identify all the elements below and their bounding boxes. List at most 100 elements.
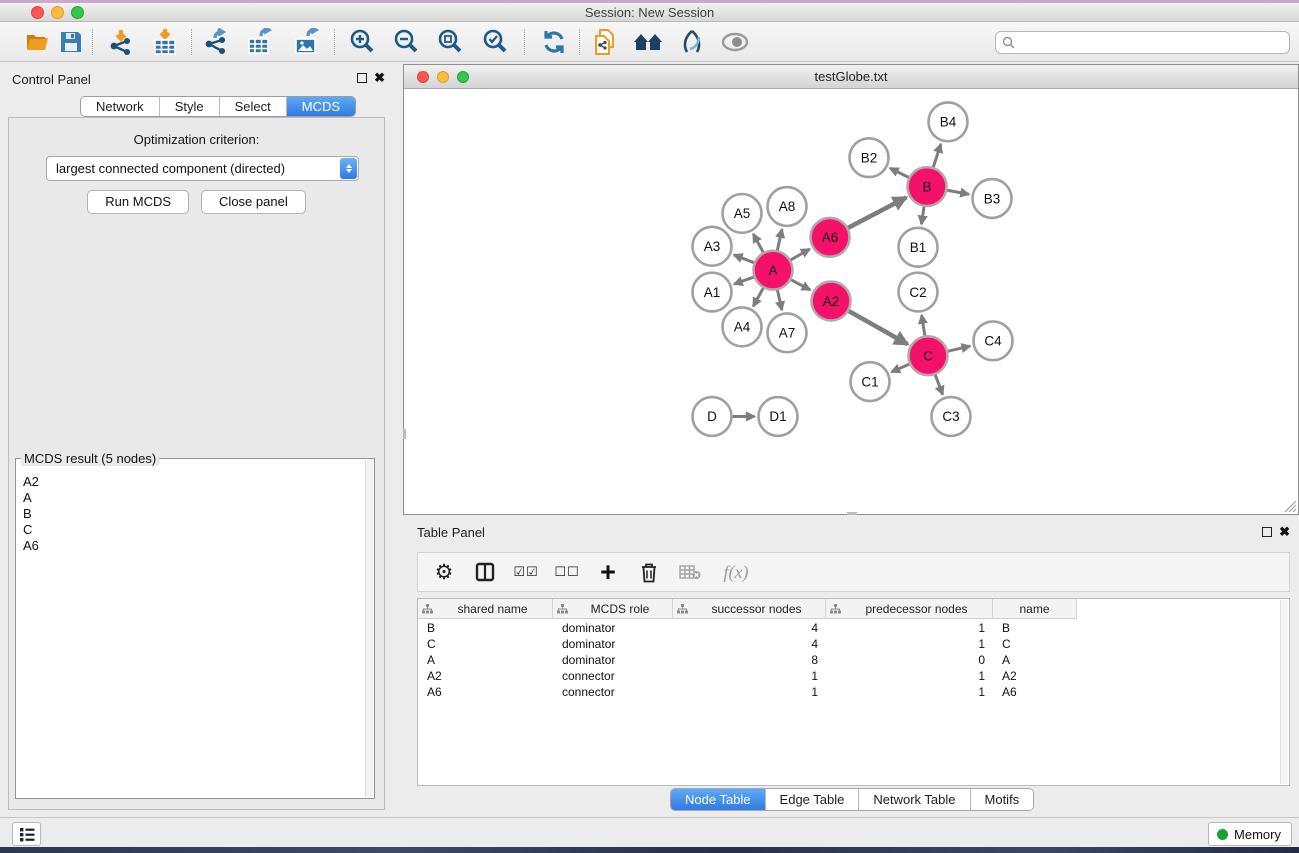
table-row[interactable]: Cdominator41C: [418, 636, 1280, 652]
table-settings-icon[interactable]: ⚙: [432, 559, 456, 585]
minimize-window-button[interactable]: [51, 6, 64, 19]
node-table[interactable]: shared nameMCDS rolesuccessor nodesprede…: [417, 598, 1290, 786]
tab-edge-table[interactable]: Edge Table: [765, 789, 859, 810]
cell-shared_name: A2: [418, 669, 553, 683]
zoom-window-button[interactable]: [71, 6, 84, 19]
level-of-detail-icon[interactable]: [677, 27, 707, 57]
graph-edge-A-A3[interactable]: [734, 255, 754, 263]
search-input[interactable]: [1016, 36, 1289, 50]
column-chooser-icon[interactable]: [473, 559, 497, 585]
tab-style[interactable]: Style: [159, 97, 219, 116]
run-mcds-button[interactable]: Run MCDS: [87, 190, 189, 214]
graph-edge-A-A2[interactable]: [791, 280, 810, 290]
table-scrollbar[interactable]: [1280, 600, 1288, 784]
ui-settings-button[interactable]: [12, 822, 41, 846]
import-table-icon[interactable]: [150, 27, 180, 57]
graph-edge-C-C1[interactable]: [891, 364, 909, 372]
graph-edge-B-B2[interactable]: [890, 168, 909, 177]
close-window-button[interactable]: [31, 6, 44, 19]
float-panel-icon[interactable]: [357, 73, 367, 83]
graph-edge-A6-B[interactable]: [848, 197, 906, 227]
save-session-icon[interactable]: [56, 27, 86, 57]
column-header-successor-nodes[interactable]: successor nodes: [673, 599, 826, 619]
export-image-icon[interactable]: [292, 27, 322, 57]
cell-name: A: [993, 653, 1077, 667]
network-graph[interactable]: AA1A2A3A4A5A6A7A8BB1B2B3B4CC1C2C3C4DD1: [404, 90, 1298, 514]
deselect-all-icon[interactable]: ☐☐: [555, 559, 579, 585]
tab-mcds[interactable]: MCDS: [286, 97, 355, 116]
close-panel-icon[interactable]: ✖: [374, 73, 385, 83]
column-header-MCDS-role[interactable]: MCDS role: [553, 599, 673, 619]
graph-edge-A-A1[interactable]: [734, 277, 754, 284]
graph-edge-B-B1[interactable]: [921, 207, 924, 224]
frame-resize-corner[interactable]: [1284, 500, 1297, 513]
tab-motifs[interactable]: Motifs: [970, 789, 1034, 810]
search-box[interactable]: [995, 31, 1290, 54]
toolbar-separator: [524, 29, 525, 55]
mcds-result-list[interactable]: A2ABCA6: [17, 461, 365, 797]
duplicate-network-icon[interactable]: [590, 27, 620, 57]
column-header-name[interactable]: name: [993, 599, 1077, 619]
memory-button[interactable]: Memory: [1208, 822, 1292, 846]
zoom-selected-icon[interactable]: [480, 27, 510, 57]
mcds-result-item[interactable]: A6: [17, 538, 365, 554]
delete-table-icon[interactable]: [678, 559, 702, 585]
graph-node-label: C4: [984, 334, 1002, 349]
close-panel-icon[interactable]: ✖: [1279, 527, 1290, 537]
table-row[interactable]: Bdominator41B: [418, 620, 1280, 636]
cell-mcds_role: dominator: [553, 637, 673, 651]
network-titlebar[interactable]: testGlobe.txt: [404, 65, 1298, 89]
select-all-icon[interactable]: ☑☑: [514, 559, 538, 585]
toolbar-separator: [191, 29, 192, 55]
column-header-shared-name[interactable]: shared name: [418, 599, 553, 619]
graph-edge-A-A4[interactable]: [753, 288, 763, 306]
mcds-result-item[interactable]: B: [17, 506, 365, 522]
birds-eye-view-icon[interactable]: [720, 27, 750, 57]
graph-edge-A-A5[interactable]: [753, 234, 763, 252]
home-icon[interactable]: [633, 27, 663, 57]
zoom-fit-icon[interactable]: [435, 27, 465, 57]
mcds-result-item[interactable]: C: [17, 522, 365, 538]
float-panel-icon[interactable]: [1262, 527, 1272, 537]
export-table-icon[interactable]: [245, 27, 275, 57]
zoom-out-icon[interactable]: [391, 27, 421, 57]
mcds-result-item[interactable]: A2: [17, 474, 365, 490]
graph-edge-B-B4[interactable]: [933, 144, 940, 167]
import-network-icon[interactable]: [106, 27, 136, 57]
tab-select[interactable]: Select: [219, 97, 286, 116]
graph-edge-A-A8[interactable]: [777, 229, 782, 250]
frame-resize-grip[interactable]: [403, 429, 406, 439]
graph-edge-C-C4[interactable]: [948, 346, 970, 351]
tab-node-table[interactable]: Node Table: [671, 789, 765, 810]
column-header-predecessor-nodes[interactable]: predecessor nodes: [826, 599, 993, 619]
cell-mcds_role: dominator: [553, 621, 673, 635]
graph-node-label: B: [922, 179, 931, 194]
graph-edge-B-B3[interactable]: [947, 190, 969, 194]
graph-edge-C-C2[interactable]: [922, 315, 925, 335]
graph-node-label: C2: [909, 285, 926, 300]
criterion-dropdown[interactable]: largest connected component (directed): [46, 156, 359, 181]
graph-edge-C-C3[interactable]: [935, 375, 942, 395]
table-row[interactable]: A2connector11A2: [418, 668, 1280, 684]
zoom-in-icon[interactable]: [347, 27, 377, 57]
export-network-icon[interactable]: [201, 27, 231, 57]
mcds-result-item[interactable]: A: [17, 490, 365, 506]
refresh-icon[interactable]: [539, 27, 569, 57]
graph-edge-A2-C[interactable]: [849, 311, 908, 344]
tab-network-table[interactable]: Network Table: [858, 789, 969, 810]
mac-titlebar[interactable]: Session: New Session: [0, 3, 1299, 22]
tab-network[interactable]: Network: [81, 97, 159, 116]
graph-edge-A-A7[interactable]: [777, 290, 781, 310]
add-column-icon[interactable]: +: [596, 559, 620, 585]
function-builder-icon[interactable]: f(x): [719, 559, 753, 585]
delete-column-icon[interactable]: [637, 559, 661, 585]
mcds-list-scrollbar[interactable]: [365, 460, 373, 797]
table-row[interactable]: A6connector11A6: [418, 684, 1280, 700]
graph-edge-A-A6[interactable]: [791, 249, 810, 260]
close-panel-button[interactable]: Close panel: [201, 190, 306, 214]
network-canvas[interactable]: AA1A2A3A4A5A6A7A8BB1B2B3B4CC1C2C3C4DD1: [404, 90, 1298, 514]
open-file-icon[interactable]: [23, 27, 53, 57]
table-row[interactable]: Adominator80A: [418, 652, 1280, 668]
frame-resize-grip[interactable]: [847, 512, 857, 515]
network-title: testGlobe.txt: [404, 65, 1298, 89]
